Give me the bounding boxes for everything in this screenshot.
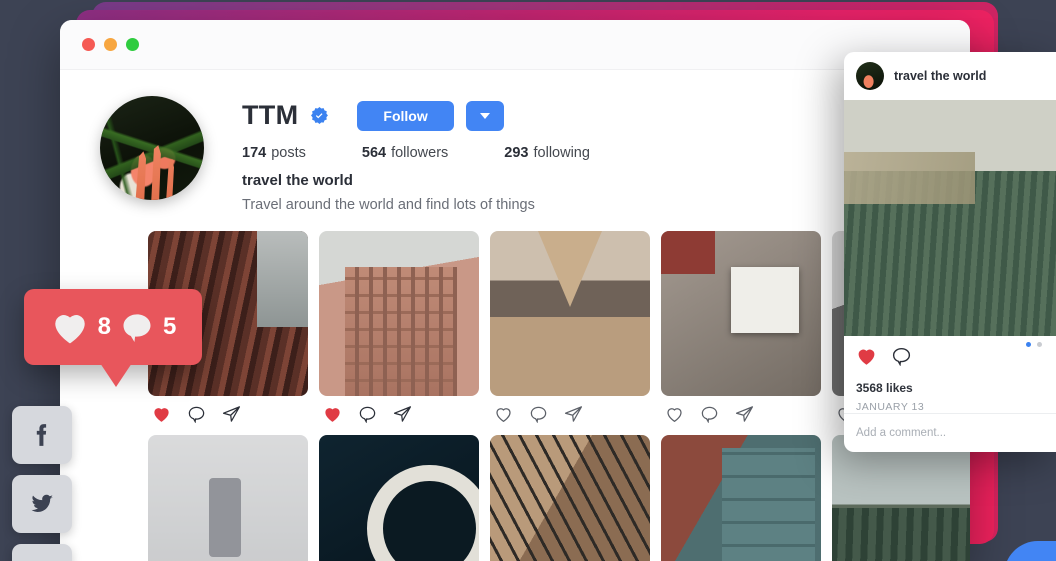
post-thumbnail[interactable] (490, 231, 650, 396)
post-card-username[interactable]: travel the world (894, 69, 986, 83)
heart-icon[interactable] (665, 405, 684, 423)
post-card-body: 3568 likes JANUARY 13 (844, 336, 1056, 413)
share-icon[interactable] (393, 405, 412, 423)
avatar[interactable] (856, 62, 884, 90)
heart-icon[interactable] (856, 346, 877, 371)
post-cell (661, 231, 821, 423)
heart-icon[interactable] (323, 405, 342, 423)
verified-badge-icon (310, 106, 329, 125)
post-cell (148, 435, 308, 561)
comment-icon[interactable] (700, 405, 719, 423)
browser-titlebar (60, 20, 970, 70)
window-maximize-button[interactable] (126, 38, 139, 51)
avatar-wrapper (88, 96, 204, 213)
stat-followers[interactable]: 564 followers (362, 145, 448, 161)
post-card-pagination (1026, 342, 1042, 347)
facebook-share-button[interactable] (12, 406, 72, 464)
pagination-dot[interactable] (1037, 342, 1042, 347)
heart-filled-icon (50, 309, 90, 345)
heart-icon[interactable] (152, 405, 171, 423)
follow-button[interactable]: Follow (357, 100, 454, 131)
stat-following[interactable]: 293 following (504, 145, 590, 161)
post-thumbnail[interactable] (319, 435, 479, 561)
post-cell (490, 435, 650, 561)
comment-filled-icon (119, 310, 155, 344)
post-actions (319, 396, 479, 423)
comment-icon[interactable] (529, 405, 548, 423)
profile-info: TTM Follow 174 posts 564 followers 293 f… (242, 96, 940, 213)
notification-comment-count: 5 (163, 313, 177, 340)
social-share-rail (12, 406, 72, 561)
post-thumbnail[interactable] (661, 435, 821, 561)
heart-icon[interactable] (494, 405, 513, 423)
comment-icon[interactable] (891, 346, 912, 371)
post-cell (319, 231, 479, 423)
post-thumbnail[interactable] (148, 435, 308, 561)
add-comment-input[interactable]: Add a comment... (844, 413, 1056, 452)
comment-icon[interactable] (187, 405, 206, 423)
post-detail-card: travel the world 3568 likes JANUARY 13 A… (844, 52, 1056, 452)
post-actions (148, 396, 308, 423)
profile-header: TTM Follow 174 posts 564 followers 293 f… (60, 70, 970, 221)
facebook-icon (31, 422, 53, 448)
post-cell (661, 435, 821, 561)
post-cell (490, 231, 650, 423)
share-icon[interactable] (735, 405, 754, 423)
post-card-actions (856, 346, 1044, 371)
post-grid (60, 221, 970, 561)
post-cell (832, 435, 970, 561)
engagement-notification-badge: 8 5 (24, 289, 202, 387)
post-thumbnail[interactable] (490, 435, 650, 561)
profile-stats: 174 posts 564 followers 293 following (242, 145, 940, 161)
notification-like-count: 8 (97, 313, 111, 340)
post-card-date: JANUARY 13 (856, 401, 925, 413)
twitter-icon (29, 492, 55, 516)
profile-full-name: travel the world (242, 172, 353, 189)
profile-username: TTM (242, 100, 299, 130)
post-thumbnail[interactable] (319, 231, 479, 396)
profile-options-dropdown-button[interactable] (465, 100, 504, 131)
window-minimize-button[interactable] (104, 38, 117, 51)
twitter-share-button[interactable] (12, 475, 72, 533)
post-thumbnail[interactable] (661, 231, 821, 396)
profile-avatar[interactable] (100, 96, 204, 200)
screenshot-stage: TTM Follow 174 posts 564 followers 293 f… (0, 0, 1056, 561)
profile-bio: Travel around the world and find lots of… (242, 197, 535, 213)
post-thumbnail[interactable] (832, 435, 970, 561)
username-row: TTM Follow (242, 100, 940, 131)
share-icon[interactable] (564, 405, 583, 423)
post-actions (661, 396, 821, 423)
share-icon[interactable] (222, 405, 241, 423)
stat-posts: 174 posts (242, 145, 306, 161)
post-cell (319, 435, 479, 561)
comment-icon[interactable] (358, 405, 377, 423)
pinterest-share-button[interactable] (12, 544, 72, 561)
window-close-button[interactable] (82, 38, 95, 51)
post-card-like-count: 3568 likes (856, 381, 913, 395)
post-card-image[interactable] (844, 100, 1056, 336)
decorative-blue-shape (1004, 541, 1056, 561)
pagination-dot-active[interactable] (1026, 342, 1031, 347)
post-card-header: travel the world (844, 52, 1056, 100)
post-actions (490, 396, 650, 423)
chevron-down-icon (479, 112, 490, 119)
